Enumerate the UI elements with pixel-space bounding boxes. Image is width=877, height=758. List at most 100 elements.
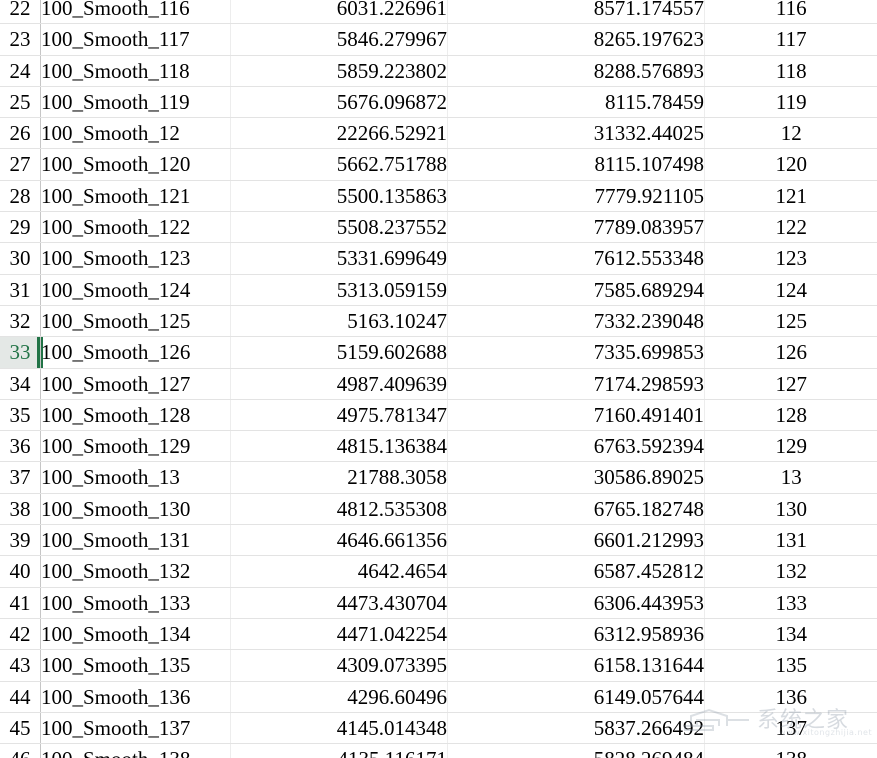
cell-column-d[interactable]: 128 <box>704 399 877 432</box>
cell-column-c[interactable]: 7160.491401 <box>447 399 705 432</box>
table-row[interactable]: 40 100_Smooth_132 4642.4654 6587.452812 132 <box>0 555 877 588</box>
cell-column-d[interactable]: 134 <box>704 618 877 651</box>
grid-scroll-area[interactable]: 22 100_Smooth_116 6031.226961 8571.174557 11… <box>0 0 877 758</box>
row-header-cell[interactable]: 31 <box>0 274 41 306</box>
cell-column-c[interactable]: 7789.083957 <box>447 211 705 244</box>
row-header-cell[interactable]: 23 <box>0 23 41 56</box>
table-row[interactable]: 33 100_Smooth_126 5159.602688 7335.699853 12… <box>0 336 877 369</box>
cell-column-b[interactable]: 4135.116171 <box>230 743 448 758</box>
cell-column-a[interactable]: 100_Smooth_136 <box>40 681 231 713</box>
cell-column-c[interactable]: 6149.057644 <box>447 681 705 713</box>
cell-column-a[interactable]: 100_Smooth_126 <box>40 336 231 369</box>
cell-column-c[interactable]: 8265.197623 <box>447 23 705 56</box>
cell-column-d[interactable]: 121 <box>704 180 877 213</box>
cell-column-c[interactable]: 7332.239048 <box>447 305 705 338</box>
cell-column-a[interactable]: 100_Smooth_121 <box>40 180 231 213</box>
cell-column-c[interactable]: 7779.921105 <box>447 180 705 213</box>
cell-column-a[interactable]: 100_Smooth_123 <box>40 242 231 275</box>
cell-column-d[interactable]: 133 <box>704 587 877 619</box>
cell-column-a[interactable]: 100_Smooth_129 <box>40 430 231 463</box>
table-row[interactable]: 28 100_Smooth_121 5500.135863 7779.921105 12… <box>0 180 877 213</box>
cell-column-b[interactable]: 4309.073395 <box>230 649 448 682</box>
cell-column-d[interactable]: 116 <box>704 0 877 25</box>
cell-column-a[interactable]: 100_Smooth_116 <box>40 0 231 25</box>
cell-column-d[interactable]: 138 <box>704 743 877 758</box>
cell-column-b[interactable]: 4646.661356 <box>230 524 448 557</box>
cell-column-b[interactable]: 6031.226961 <box>230 0 448 25</box>
cell-column-a[interactable]: 100_Smooth_120 <box>40 148 231 181</box>
row-header-cell[interactable]: 34 <box>0 368 41 400</box>
cell-column-c[interactable]: 6312.958936 <box>447 618 705 651</box>
cell-column-c[interactable]: 7335.699853 <box>447 336 705 369</box>
row-header-cell[interactable]: 45 <box>0 712 41 745</box>
cell-column-c[interactable]: 31332.44025 <box>447 117 705 150</box>
table-row[interactable]: 38 100_Smooth_130 4812.535308 6765.182748 13… <box>0 493 877 526</box>
cell-column-a[interactable]: 100_Smooth_138 <box>40 743 231 758</box>
cell-column-b[interactable]: 4473.430704 <box>230 587 448 619</box>
cell-column-c[interactable]: 6158.131644 <box>447 649 705 682</box>
cell-column-c[interactable]: 6587.452812 <box>447 555 705 588</box>
row-header-cell[interactable]: 35 <box>0 399 41 432</box>
cell-column-b[interactable]: 5500.135863 <box>230 180 448 213</box>
row-header-cell[interactable]: 41 <box>0 587 41 619</box>
row-header-cell[interactable]: 24 <box>0 55 41 87</box>
cell-column-a[interactable]: 100_Smooth_118 <box>40 55 231 87</box>
table-row[interactable]: 29 100_Smooth_122 5508.237552 7789.083957 12… <box>0 211 877 244</box>
table-row[interactable]: 37 100_Smooth_13 21788.3058 30586.89025 13 <box>0 461 877 494</box>
cell-column-b[interactable]: 5163.10247 <box>230 305 448 338</box>
cell-column-c[interactable]: 6765.182748 <box>447 493 705 526</box>
cell-column-d[interactable]: 125 <box>704 305 877 338</box>
cell-column-d[interactable]: 135 <box>704 649 877 682</box>
table-row[interactable]: 27 100_Smooth_120 5662.751788 8115.107498 12… <box>0 148 877 181</box>
row-header-cell[interactable]: 43 <box>0 649 41 682</box>
table-row[interactable]: 34 100_Smooth_127 4987.409639 7174.298593 12… <box>0 368 877 400</box>
table-row[interactable]: 35 100_Smooth_128 4975.781347 7160.491401 12… <box>0 399 877 432</box>
cell-column-d[interactable]: 129 <box>704 430 877 463</box>
cell-column-c[interactable]: 7585.689294 <box>447 274 705 306</box>
table-row[interactable]: 30 100_Smooth_123 5331.699649 7612.553348 12… <box>0 242 877 275</box>
cell-column-b[interactable]: 4815.136384 <box>230 430 448 463</box>
cell-column-c[interactable]: 6601.212993 <box>447 524 705 557</box>
table-row[interactable]: 39 100_Smooth_131 4646.661356 6601.212993 13… <box>0 524 877 557</box>
cell-column-b[interactable]: 5676.096872 <box>230 86 448 119</box>
table-row[interactable]: 44 100_Smooth_136 4296.60496 6149.057644 136 <box>0 681 877 713</box>
spreadsheet-grid[interactable]: 22 100_Smooth_116 6031.226961 8571.174557 11… <box>0 0 877 758</box>
cell-column-d[interactable]: 130 <box>704 493 877 526</box>
cell-column-b[interactable]: 5846.279967 <box>230 23 448 56</box>
row-header-cell[interactable]: 26 <box>0 117 41 150</box>
cell-column-c[interactable]: 5837.266492 <box>447 712 705 745</box>
cell-column-d[interactable]: 137 <box>704 712 877 745</box>
cell-column-b[interactable]: 4296.60496 <box>230 681 448 713</box>
cell-column-d[interactable]: 131 <box>704 524 877 557</box>
table-row[interactable]: 23 100_Smooth_117 5846.279967 8265.197623 11… <box>0 23 877 56</box>
row-header-cell[interactable]: 32 <box>0 305 41 338</box>
cell-column-d[interactable]: 120 <box>704 148 877 181</box>
cell-column-c[interactable]: 8115.78459 <box>447 86 705 119</box>
cell-column-c[interactable]: 8115.107498 <box>447 148 705 181</box>
cell-column-d[interactable]: 118 <box>704 55 877 87</box>
cell-column-b[interactable]: 22266.52921 <box>230 117 448 150</box>
cell-column-d[interactable]: 13 <box>704 461 877 494</box>
cell-column-b[interactable]: 5313.059159 <box>230 274 448 306</box>
row-header-cell[interactable]: 36 <box>0 430 41 463</box>
row-header-cell[interactable]: 25 <box>0 86 41 119</box>
cell-column-d[interactable]: 117 <box>704 23 877 56</box>
cell-column-b[interactable]: 4975.781347 <box>230 399 448 432</box>
row-header-cell[interactable]: 46 <box>0 743 41 758</box>
row-header-cell[interactable]: 39 <box>0 524 41 557</box>
cell-column-d[interactable]: 132 <box>704 555 877 588</box>
cell-column-a[interactable]: 100_Smooth_124 <box>40 274 231 306</box>
cell-column-b[interactable]: 5662.751788 <box>230 148 448 181</box>
table-row[interactable]: 42 100_Smooth_134 4471.042254 6312.958936 13… <box>0 618 877 651</box>
cell-column-d[interactable]: 136 <box>704 681 877 713</box>
cell-column-b[interactable]: 5508.237552 <box>230 211 448 244</box>
cell-column-b[interactable]: 4145.014348 <box>230 712 448 745</box>
row-header-cell[interactable]: 33 <box>0 336 41 369</box>
row-header-cell[interactable]: 28 <box>0 180 41 213</box>
cell-column-b[interactable]: 21788.3058 <box>230 461 448 494</box>
cell-column-b[interactable]: 4812.535308 <box>230 493 448 526</box>
cell-column-c[interactable]: 7612.553348 <box>447 242 705 275</box>
cell-column-b[interactable]: 4471.042254 <box>230 618 448 651</box>
cell-column-a[interactable]: 100_Smooth_131 <box>40 524 231 557</box>
cell-column-a[interactable]: 100_Smooth_127 <box>40 368 231 400</box>
